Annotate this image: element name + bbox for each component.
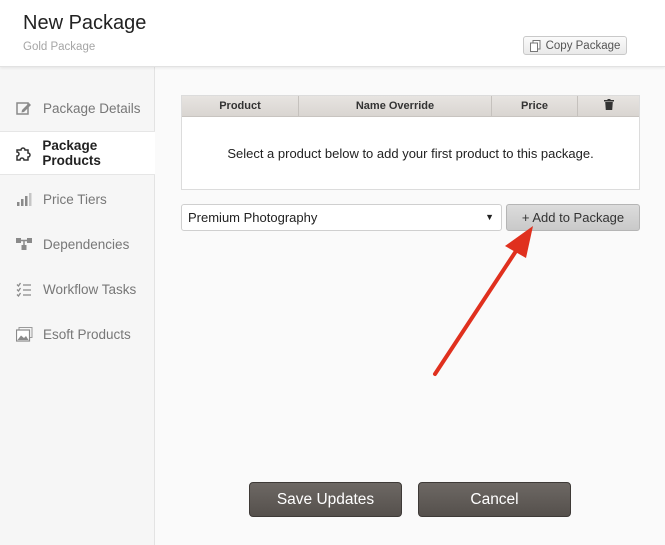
table-header: Product Name Override Price <box>182 96 639 117</box>
page-subtitle: Gold Package <box>23 41 96 53</box>
puzzle-icon <box>14 144 33 162</box>
sidebar-item-label: Esoft Products <box>43 326 131 342</box>
sidebar-item-label: Dependencies <box>43 236 130 252</box>
hierarchy-icon <box>14 235 34 253</box>
product-select-value: Premium Photography <box>188 210 318 225</box>
sidebar-item-label: Package Details <box>43 100 141 116</box>
checklist-icon <box>14 280 34 298</box>
column-header-price: Price <box>492 96 578 116</box>
modal-header: New Package Gold Package Copy Package <box>0 0 665 67</box>
sidebar-item-package-details[interactable]: Package Details <box>0 86 155 130</box>
sidebar-item-label: Price Tiers <box>43 191 107 207</box>
image-icon <box>14 325 34 343</box>
copy-package-label: Copy Package <box>545 39 621 52</box>
page-title: New Package <box>23 12 147 34</box>
sidebar-item-esoft-products[interactable]: Esoft Products <box>0 312 155 356</box>
copy-icon <box>529 39 541 52</box>
copy-package-button[interactable]: Copy Package <box>523 36 627 55</box>
sidebar-item-price-tiers[interactable]: Price Tiers <box>0 177 155 221</box>
column-header-name-override: Name Override <box>299 96 492 116</box>
cancel-button[interactable]: Cancel <box>418 482 571 517</box>
column-header-delete <box>578 96 639 116</box>
column-header-product: Product <box>182 96 299 116</box>
sidebar-item-workflow-tasks[interactable]: Workflow Tasks <box>0 267 155 311</box>
dropdown-arrow-icon: ▼ <box>485 212 494 222</box>
trash-icon <box>603 99 614 113</box>
sidebar-item-dependencies[interactable]: Dependencies <box>0 222 155 266</box>
product-select[interactable]: Premium Photography ▼ <box>181 204 502 231</box>
sidebar-item-label: Package Products <box>42 138 101 168</box>
package-products-table: Product Name Override Price Select a pro… <box>181 95 640 190</box>
sidebar-item-label: Workflow Tasks <box>43 281 137 297</box>
main-content: Product Name Override Price Select a pro… <box>155 67 665 545</box>
add-to-package-label: + Add to Package <box>521 210 625 225</box>
sidebar-item-package-products[interactable]: Package Products <box>0 131 156 175</box>
sidebar: Package Details Package Products Price T… <box>0 67 156 545</box>
add-to-package-button[interactable]: + Add to Package <box>506 204 640 231</box>
bar-chart-icon <box>14 190 34 208</box>
save-updates-button[interactable]: Save Updates <box>249 482 402 517</box>
empty-table-message: Select a product below to add your first… <box>227 145 594 161</box>
pencil-icon <box>14 99 34 117</box>
